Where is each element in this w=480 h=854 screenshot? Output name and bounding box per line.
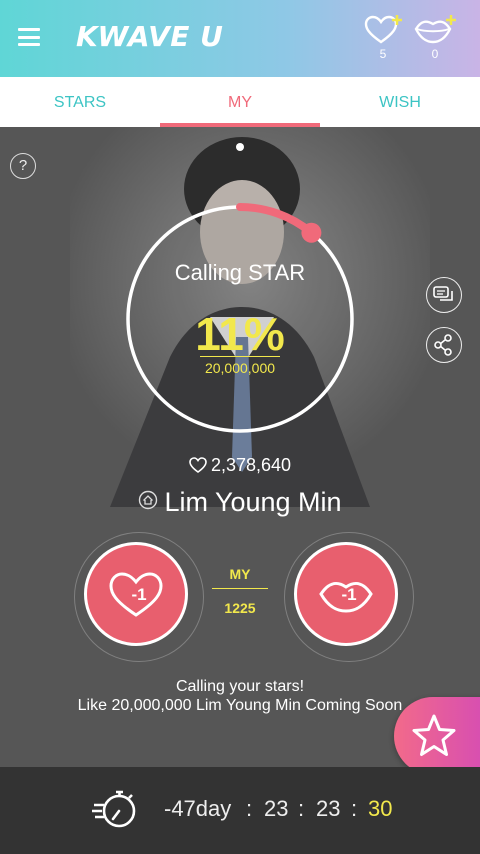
- lips-vote-button[interactable]: -1: [284, 532, 414, 662]
- ring-title: Calling STAR: [174, 260, 306, 285]
- tab-my[interactable]: MY: [160, 77, 320, 127]
- timer-separator: :: [246, 796, 253, 821]
- timer-minutes: 23: [316, 796, 341, 821]
- goal-value: 20,000,000: [204, 360, 276, 376]
- my-label: MY: [229, 566, 251, 582]
- likes-count: 2,378,640: [210, 455, 292, 475]
- calling-line-1: Calling your stars!: [175, 678, 305, 695]
- likes-total: 2,378,640: [0, 455, 480, 476]
- heart-vote-button[interactable]: -1: [74, 532, 204, 662]
- menu-icon[interactable]: [18, 28, 40, 46]
- tab-bar: STARS MY WISH: [0, 77, 480, 127]
- lips-count: 0: [431, 47, 439, 61]
- my-count: 1225: [224, 600, 256, 616]
- page-indicator-dot: [236, 143, 244, 151]
- timer-separator: :: [298, 796, 305, 821]
- star-name-row: Lim Young Min: [0, 487, 480, 518]
- stopwatch-icon: [92, 790, 136, 828]
- help-icon[interactable]: ?: [10, 153, 36, 179]
- heart-outline-icon: [189, 457, 207, 473]
- heart-minus-label: -1: [131, 585, 147, 604]
- star-icon: [412, 714, 456, 756]
- timer-hours: 23: [264, 796, 289, 821]
- app-logo: KWAVE U: [76, 20, 224, 53]
- heart-count: 5: [379, 47, 387, 61]
- progress-percent: 11%: [195, 308, 285, 360]
- progress-knob: [301, 222, 322, 243]
- percent-divider: [200, 356, 280, 357]
- heart-counter[interactable]: 5: [360, 15, 406, 61]
- tab-wish[interactable]: WISH: [320, 77, 480, 127]
- comment-button[interactable]: [426, 277, 462, 313]
- lips-plus-icon: [414, 15, 456, 44]
- my-divider: [212, 588, 268, 589]
- home-badge-icon: [139, 490, 158, 510]
- tab-stars[interactable]: STARS: [0, 77, 160, 127]
- timer-separator: :: [351, 796, 358, 821]
- timer-days: -47day: [164, 796, 232, 821]
- star-name: Lim Young Min: [164, 487, 342, 517]
- lips-counter[interactable]: 0: [412, 15, 458, 61]
- chat-bubbles-icon: [433, 286, 453, 301]
- star-stage: ? Calling STAR 11% 20,000,000 2,378,640: [0, 127, 480, 767]
- share-icon: [434, 334, 452, 356]
- star-fab-button[interactable]: [394, 697, 480, 767]
- heart-plus-icon: [364, 15, 402, 44]
- timer-seconds: 30: [368, 796, 393, 821]
- countdown-bar: -47day : 23 : 23 : 30: [0, 767, 480, 854]
- lips-minus-label: -1: [341, 585, 357, 604]
- top-bar: KWAVE U 5 0: [0, 0, 480, 77]
- share-button[interactable]: [426, 327, 462, 363]
